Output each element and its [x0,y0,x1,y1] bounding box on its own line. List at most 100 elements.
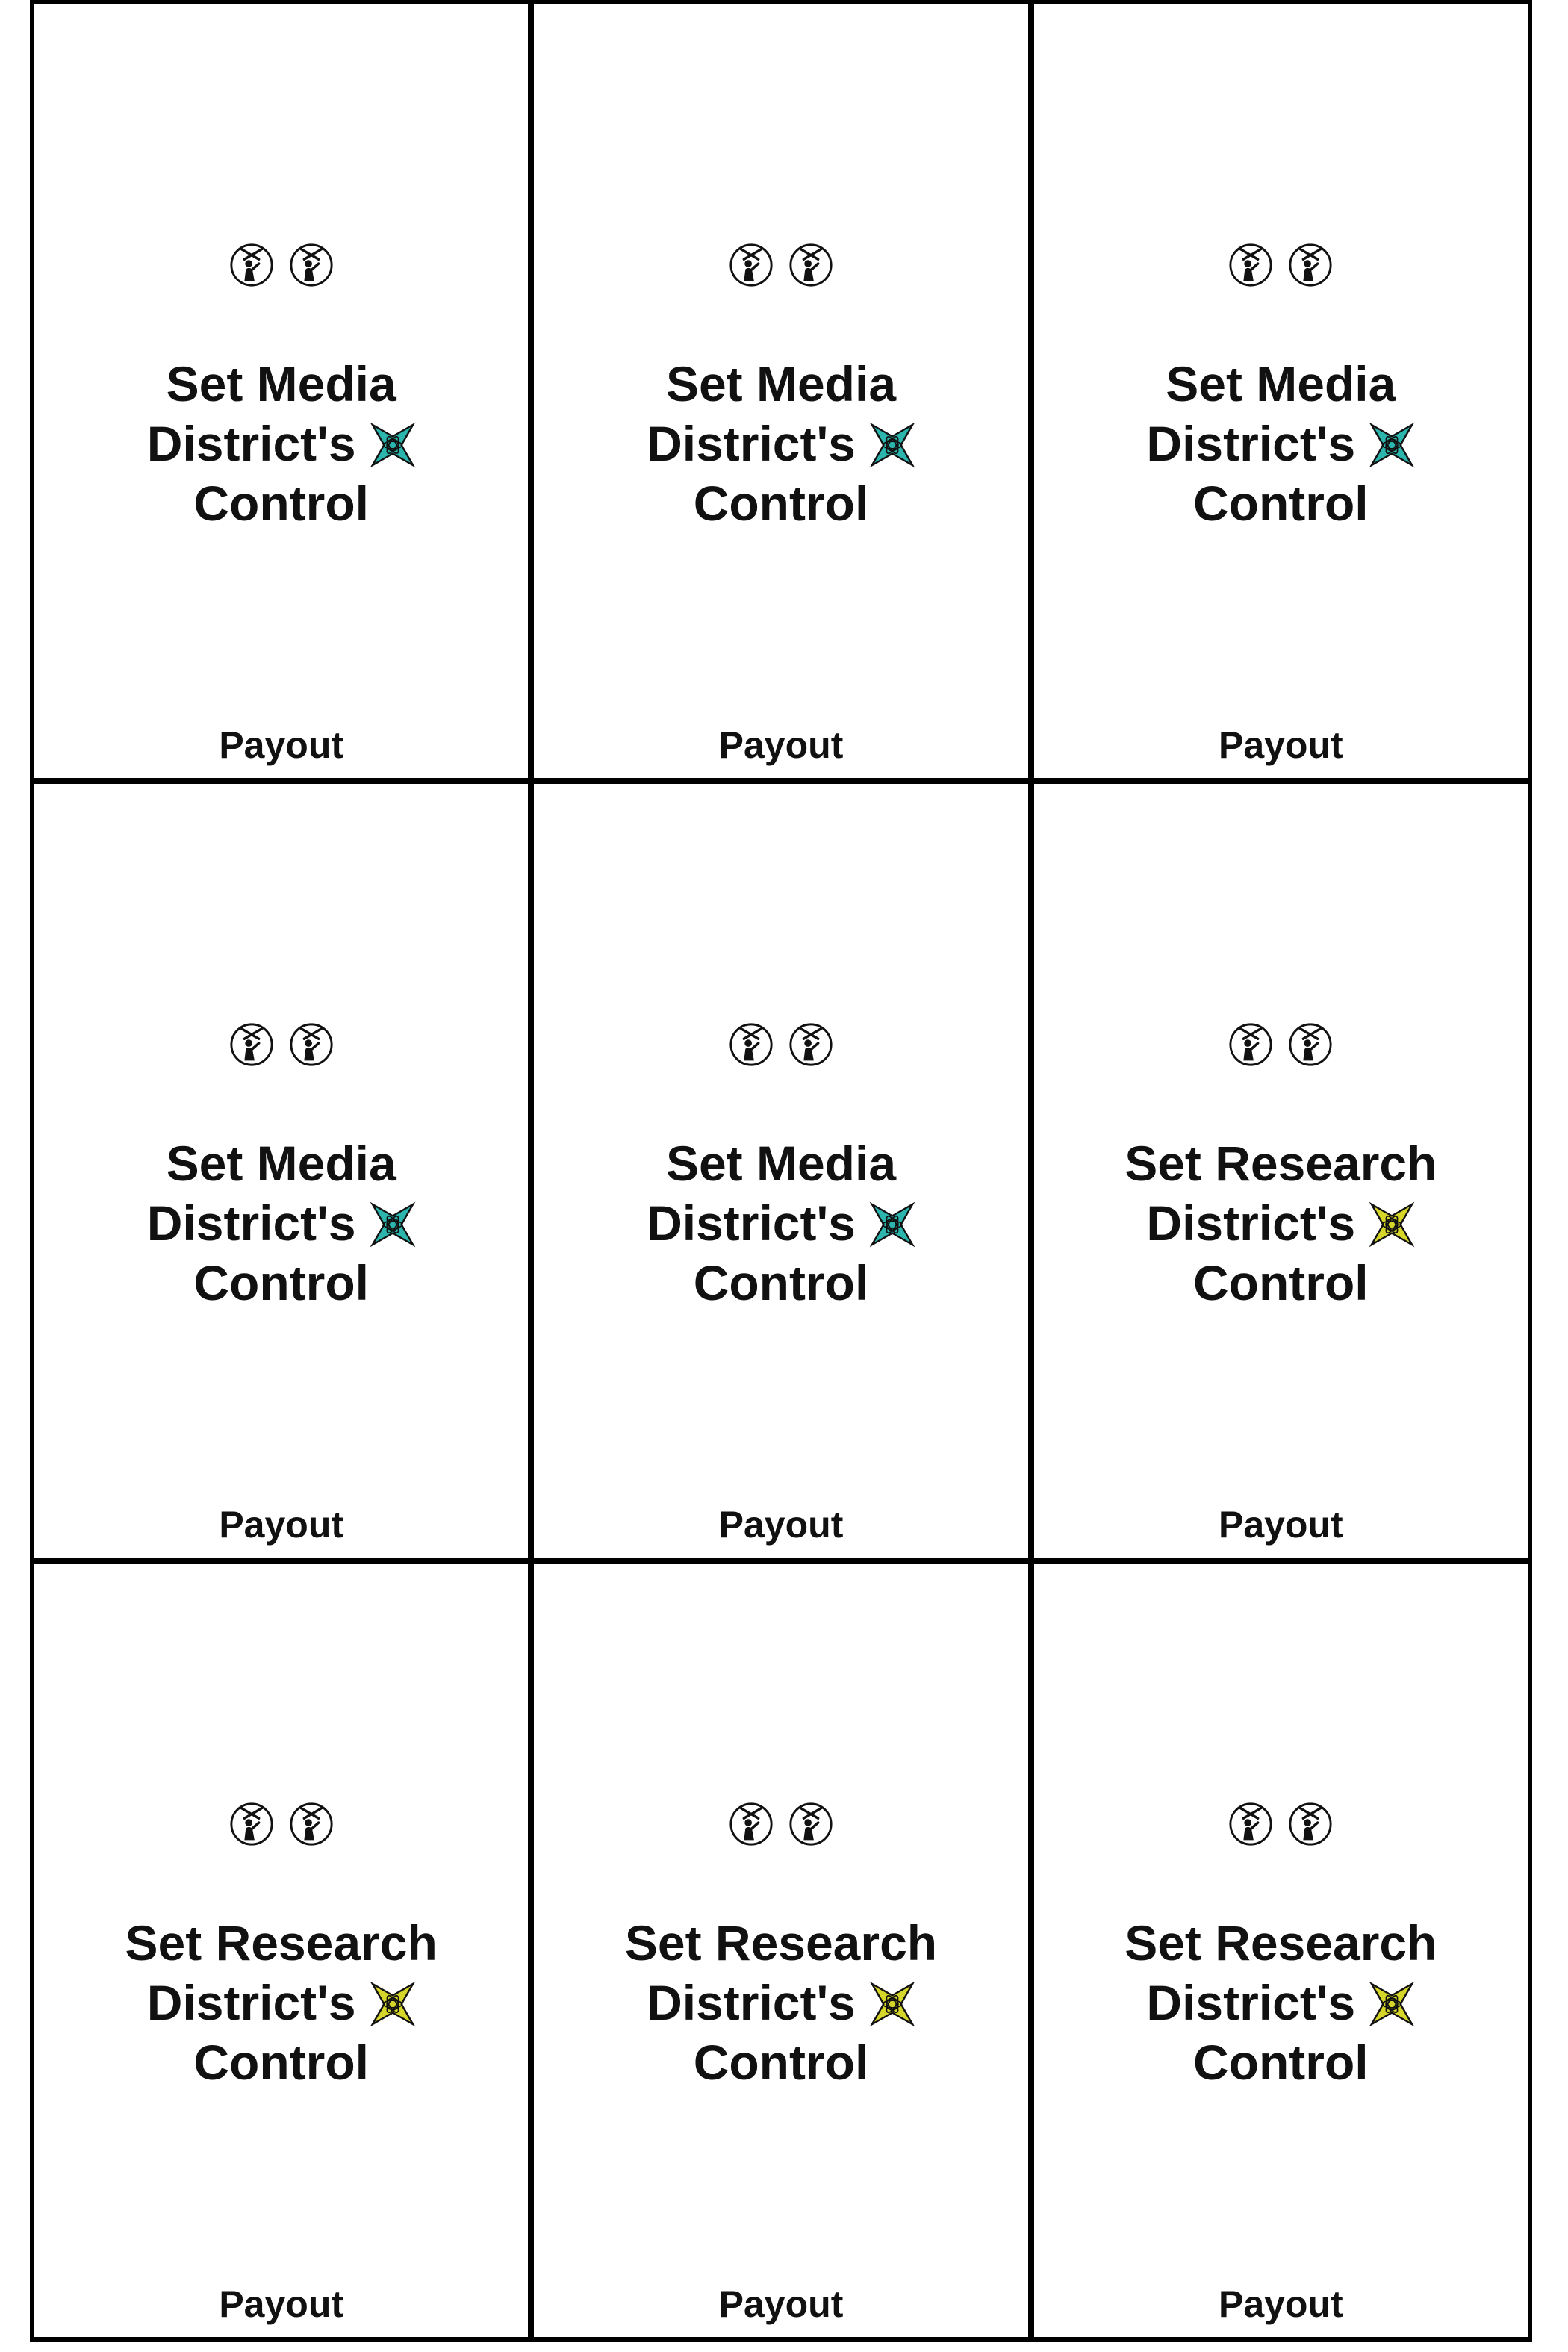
agent-icons [34,1021,528,1068]
spy-agent-icon [230,243,273,287]
spy-agent-icon [1289,1802,1332,1846]
card-title-line-1: Set Media [166,356,396,411]
payout-label: Payout [219,724,344,766]
payout-label: Payout [718,1504,844,1546]
card-title-line-2: District's [534,414,1027,473]
card-title-line-1: Set Media [166,1136,396,1191]
card-title-line-3: Control [1193,2035,1369,2090]
spy-agent-icon [290,1023,333,1066]
card-title: Set Research District's Control [34,1913,528,2092]
card-title: Set Research District's Control [534,1913,1027,2092]
card[interactable]: Set Research District's Control Payout [1033,784,1528,1558]
card-title-line-3: Control [193,476,369,531]
payout-label: Payout [219,1504,344,1546]
spy-agent-icon [290,1802,333,1846]
agent-icons [34,242,528,288]
card-title-line-2: District's [1034,414,1528,473]
card-title-line-2: District's [34,1193,528,1253]
card-title-line-2: District's [1034,1193,1528,1253]
card[interactable]: Set Research District's Control Payout [534,1564,1028,2337]
card-title: Set Media District's Control [34,354,528,533]
spy-agent-icon [1229,243,1272,287]
card-title-line-1: Set Research [624,1915,938,1970]
payout-label: Payout [1218,2283,1343,2325]
research-district-star-icon [1369,1201,1415,1248]
card-title-line-2: District's [534,1193,1027,1253]
spy-agent-icon [1289,243,1332,287]
spy-agent-icon [290,243,333,287]
card-title: Set Research District's Control [1034,1133,1528,1313]
agent-icons [1034,1021,1528,1068]
card-title-line-2-text: District's [1146,1195,1356,1251]
agent-icons [1034,1801,1528,1847]
card[interactable]: Set Media District's Control Payout [1033,4,1528,778]
card-title: Set Media District's Control [534,1133,1027,1313]
agent-icons [534,1021,1027,1068]
payout-label: Payout [718,2283,844,2325]
card-title-line-1: Set Research [1124,1915,1437,1970]
card[interactable]: Set Media District's Control Payout [534,4,1028,778]
card-title-line-2-text: District's [146,1195,356,1251]
spy-agent-icon [729,243,773,287]
payout-label: Payout [718,724,844,766]
card-title-line-2: District's [1034,1973,1528,2032]
card-title-line-1: Set Media [665,356,897,411]
spy-agent-icon [1229,1023,1272,1066]
card-sheet: Set Media District's Control Payout Set … [30,0,1532,2342]
agent-icons [534,242,1027,288]
card-title-line-3: Control [693,476,869,531]
research-district-star-icon [370,1981,415,2027]
media-district-star-icon [370,1201,415,1248]
card-title: Set Media District's Control [34,1133,528,1313]
media-district-star-icon [869,422,915,468]
research-district-star-icon [869,1981,915,2027]
card-title-line-2-text: District's [647,416,856,471]
spy-agent-icon [729,1023,773,1066]
card-title: Set Media District's Control [534,354,1027,533]
research-district-star-icon [1369,1981,1415,2027]
spy-agent-icon [230,1802,273,1846]
card-title-line-3: Control [1193,1255,1369,1310]
card-title-line-2-text: District's [146,416,356,471]
card-title-line-2: District's [34,414,528,473]
card-title-line-3: Control [693,2035,869,2090]
card-title-line-3: Control [1193,476,1369,531]
card-title-line-2: District's [34,1973,528,2032]
spy-agent-icon [230,1023,273,1066]
card-title-line-2-text: District's [647,1195,856,1251]
spy-agent-icon [789,243,833,287]
agent-icons [34,1801,528,1847]
agent-icons [1034,242,1528,288]
card-title: Set Media District's Control [1034,354,1528,533]
spy-agent-icon [1289,1023,1332,1066]
card-title-line-2-text: District's [1146,416,1356,471]
card-title-line-3: Control [693,1255,869,1310]
card[interactable]: Set Media District's Control Payout [34,4,529,778]
card-title-line-1: Set Media [1166,356,1396,411]
spy-agent-icon [789,1023,833,1066]
spy-agent-icon [729,1802,773,1846]
media-district-star-icon [869,1201,915,1248]
card-title-line-3: Control [193,2035,369,2090]
card[interactable]: Set Media District's Control Payout [534,784,1028,1558]
card-title: Set Research District's Control [1034,1913,1528,2092]
card[interactable]: Set Research District's Control Payout [1033,1564,1528,2337]
spy-agent-icon [1229,1802,1272,1846]
card-title-line-3: Control [193,1255,369,1310]
media-district-star-icon [1369,422,1415,468]
card-title-line-2-text: District's [146,1975,356,2030]
card-title-line-2-text: District's [1146,1975,1356,2030]
spy-agent-icon [789,1802,833,1846]
card[interactable]: Set Media District's Control Payout [34,784,529,1558]
card-title-line-1: Set Research [1124,1136,1437,1191]
card-title-line-2-text: District's [647,1975,856,2030]
card-title-line-2: District's [534,1973,1027,2032]
card-title-line-1: Set Media [665,1136,897,1191]
media-district-star-icon [370,422,415,468]
payout-label: Payout [1218,724,1343,766]
payout-label: Payout [1218,1504,1343,1546]
payout-label: Payout [219,2283,344,2325]
card[interactable]: Set Research District's Control Payout [34,1564,529,2337]
card-title-line-1: Set Research [125,1915,438,1970]
agent-icons [534,1801,1027,1847]
